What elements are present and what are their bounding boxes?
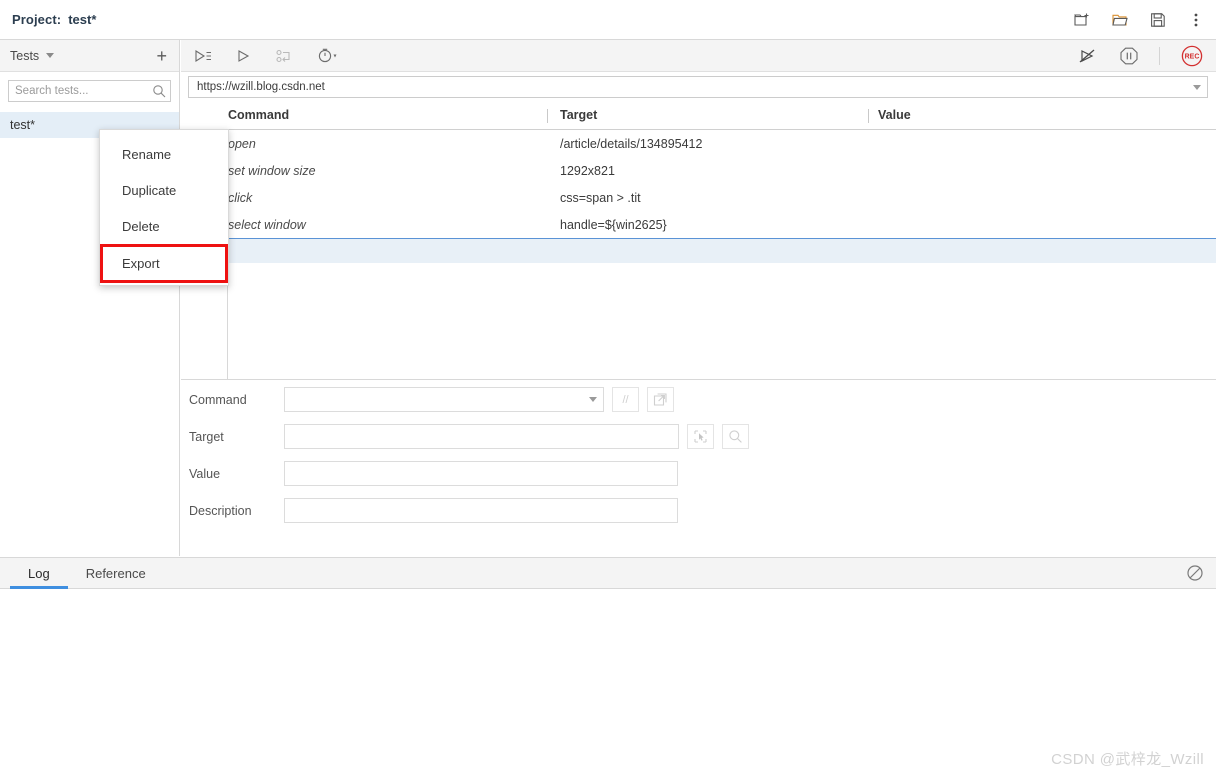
form-label-command: Command	[189, 392, 247, 407]
command-editor-form: Command // Target Value Description	[181, 381, 1216, 556]
chevron-down-icon[interactable]	[46, 53, 55, 58]
watermark: CSDN @武梓龙_Wzill	[1051, 751, 1204, 768]
search-box	[8, 80, 171, 102]
save-project-icon[interactable]	[1148, 10, 1168, 30]
table-row-new[interactable]	[228, 238, 1216, 263]
speed-timer-icon[interactable]	[317, 47, 339, 64]
playback-toolbar: REC	[181, 40, 1216, 72]
form-row-target: Target	[181, 418, 1216, 455]
context-menu-item-export[interactable]: Export	[100, 244, 228, 283]
comment-button[interactable]: //	[612, 387, 639, 412]
command-rows: open /article/details/134895412 set wind…	[228, 130, 1216, 263]
target-input[interactable]	[284, 424, 679, 449]
description-input[interactable]	[284, 498, 678, 523]
step-over-icon[interactable]	[275, 48, 295, 64]
tab-log-label: Log	[28, 565, 50, 581]
cell-target: /article/details/134895412	[560, 136, 703, 151]
project-name: test*	[68, 12, 97, 27]
command-table: Command Target Value open /article/detai…	[181, 104, 1216, 380]
search-icon	[152, 84, 166, 98]
context-menu-label: Rename	[122, 146, 172, 162]
form-label-description: Description	[189, 503, 252, 518]
new-project-icon[interactable]	[1072, 10, 1092, 30]
kebab-menu-icon[interactable]	[1186, 10, 1206, 30]
search-wrapper	[0, 72, 179, 102]
sidebar-title: Tests	[10, 48, 40, 63]
context-menu-item-delete[interactable]: Delete	[100, 208, 228, 244]
table-row[interactable]: set window size 1292x821	[228, 157, 1216, 184]
toolbar-right-controls: REC	[1077, 44, 1204, 68]
context-menu-item-rename[interactable]: Rename	[100, 136, 228, 172]
test-item-label: test*	[10, 118, 36, 132]
table-row[interactable]: open /article/details/134895412	[228, 130, 1216, 157]
base-url-input[interactable]	[195, 77, 1193, 97]
context-menu-label: Delete	[122, 218, 160, 234]
tab-log[interactable]: Log	[10, 558, 68, 589]
cell-command: select window	[228, 217, 306, 232]
selenium-ide-window: Project: test* Tests + Search tests... t…	[0, 0, 1216, 781]
run-current-test-icon[interactable]	[235, 48, 253, 64]
project-label: Project:	[12, 12, 62, 27]
value-input[interactable]	[284, 461, 678, 486]
command-table-header: Command Target Value	[181, 104, 1216, 130]
cell-command: open	[228, 136, 256, 151]
clear-log-icon[interactable]	[1184, 562, 1206, 584]
command-select-input[interactable]	[284, 387, 604, 412]
column-header-command: Command	[228, 108, 290, 122]
disable-breakpoints-icon[interactable]	[1077, 47, 1099, 65]
chevron-down-icon[interactable]	[1193, 84, 1201, 90]
run-all-tests-icon[interactable]	[193, 48, 213, 64]
bottom-panel-tabs: Log Reference	[0, 557, 1216, 589]
tests-sidebar: Tests + test*	[0, 40, 180, 556]
add-test-button[interactable]: +	[154, 47, 169, 65]
open-project-icon[interactable]	[1110, 10, 1130, 30]
command-select-wrap	[284, 387, 604, 412]
context-menu-label: Duplicate	[122, 182, 177, 198]
table-row[interactable]: select window handle=${win2625}	[228, 211, 1216, 238]
titlebar-actions	[1072, 10, 1216, 30]
form-row-value: Value	[181, 455, 1216, 492]
pause-icon[interactable]	[1119, 46, 1139, 66]
search-input[interactable]	[9, 81, 170, 101]
tab-reference[interactable]: Reference	[68, 558, 164, 589]
sidebar-header: Tests +	[0, 40, 179, 72]
form-row-description: Description	[181, 492, 1216, 529]
toolbar-divider	[1159, 46, 1160, 65]
cell-target: handle=${win2625}	[560, 217, 667, 232]
column-header-target: Target	[560, 108, 598, 122]
column-divider[interactable]	[547, 109, 548, 123]
column-divider[interactable]	[868, 109, 869, 123]
test-context-menu: Rename Duplicate Delete Export	[99, 129, 229, 286]
open-external-icon[interactable]	[647, 387, 674, 412]
cell-target: css=span > .tit	[560, 190, 641, 205]
cell-command: set window size	[228, 163, 316, 178]
base-url-bar	[188, 76, 1208, 98]
cell-target: 1292x821	[560, 163, 615, 178]
table-row[interactable]: click css=span > .tit	[228, 184, 1216, 211]
context-menu-label: Export	[122, 256, 160, 271]
title-bar: Project: test*	[0, 0, 1216, 40]
log-output-area: CSDN @武梓龙_Wzill	[0, 589, 1216, 781]
form-row-command: Command //	[181, 381, 1216, 418]
table-bottom-border	[181, 379, 1216, 380]
comment-button-label: //	[622, 393, 629, 406]
context-menu-item-duplicate[interactable]: Duplicate	[100, 172, 228, 208]
playback-controls	[193, 47, 339, 64]
cell-command: click	[228, 190, 253, 205]
tab-reference-label: Reference	[85, 565, 146, 581]
find-target-icon[interactable]	[722, 424, 749, 449]
column-header-value: Value	[878, 108, 911, 122]
form-label-target: Target	[189, 429, 224, 444]
form-label-value: Value	[189, 466, 221, 481]
svg-text:REC: REC	[1185, 53, 1200, 60]
select-target-icon[interactable]	[687, 424, 714, 449]
record-button[interactable]: REC	[1180, 44, 1204, 68]
